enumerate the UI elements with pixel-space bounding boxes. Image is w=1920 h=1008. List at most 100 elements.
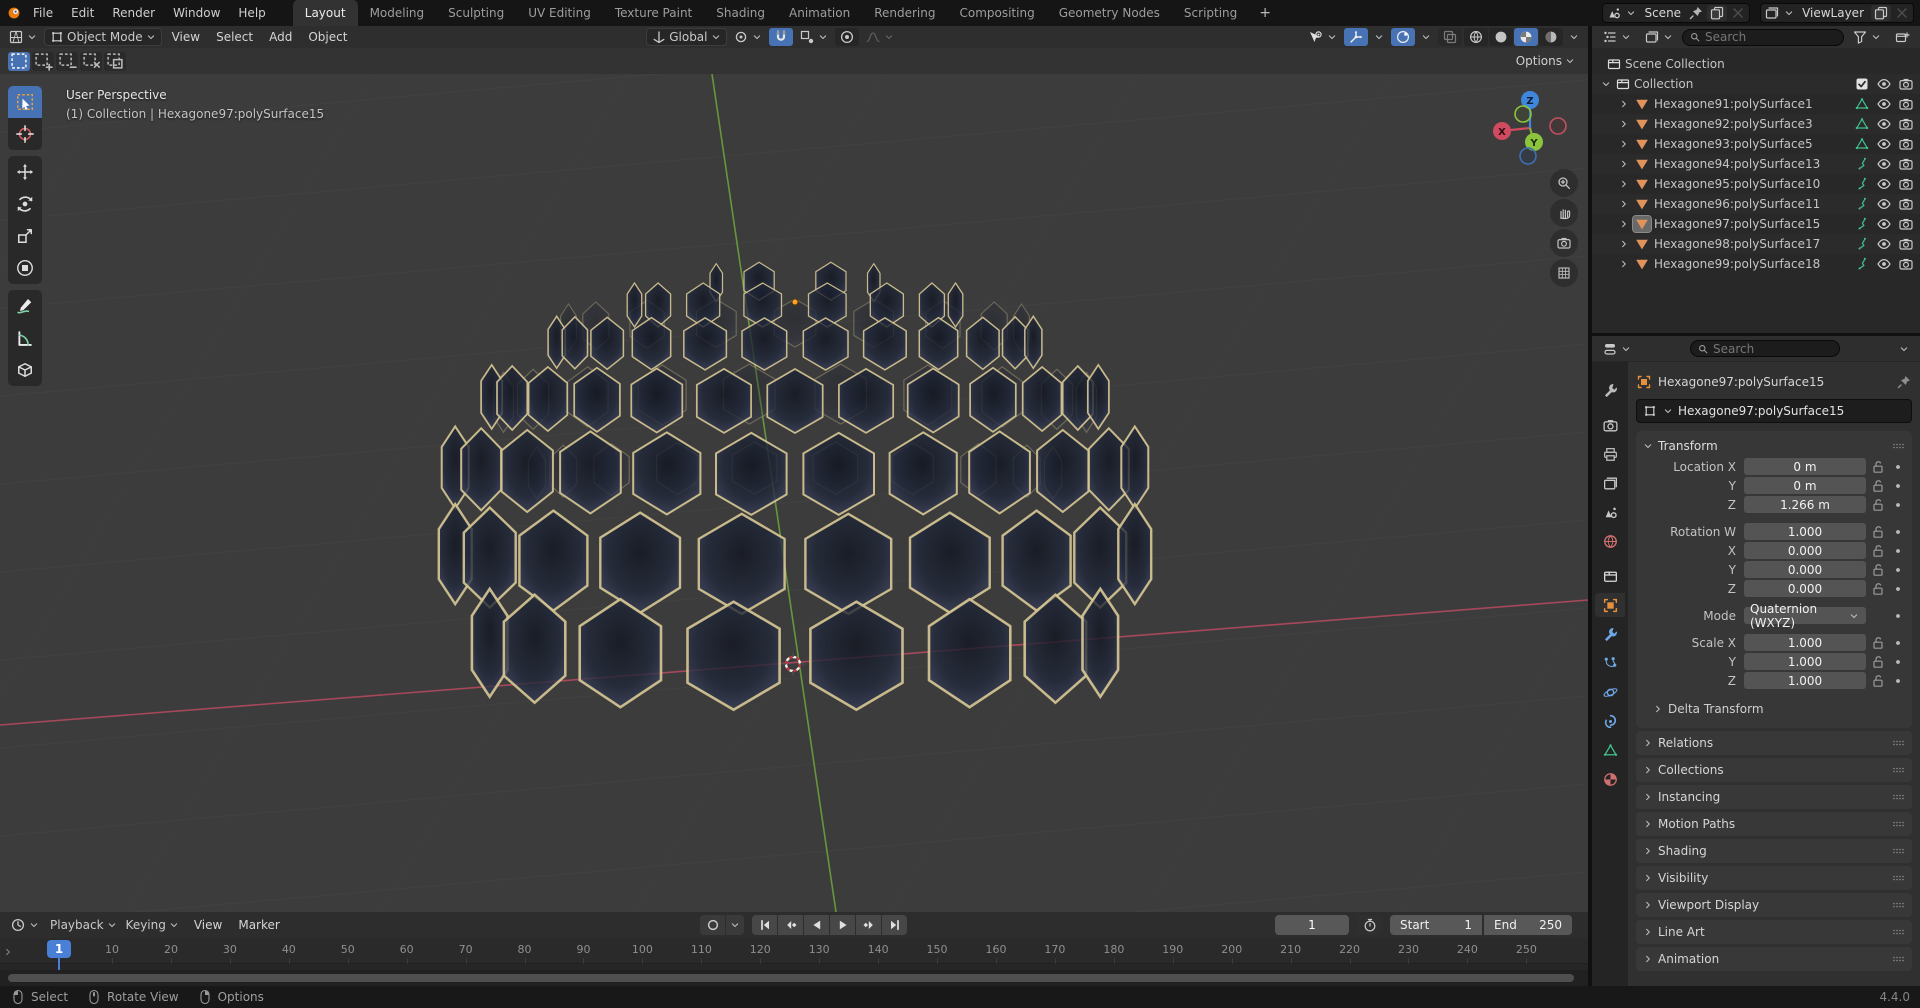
- scene-name[interactable]: Scene: [1640, 6, 1685, 20]
- animate-dot-icon[interactable]: [1890, 497, 1906, 513]
- blender-logo-icon[interactable]: [6, 5, 22, 21]
- properties-tab-material[interactable]: [1595, 767, 1625, 791]
- snap-target-dropdown[interactable]: [795, 28, 833, 46]
- outliner-filter-button[interactable]: [1848, 28, 1886, 46]
- animate-dot-icon[interactable]: [1890, 524, 1906, 540]
- editor-type-button[interactable]: [4, 28, 42, 46]
- camera-icon[interactable]: [1898, 236, 1914, 252]
- viewport-menu-select[interactable]: Select: [208, 28, 261, 46]
- value-field[interactable]: 0.000: [1744, 580, 1866, 597]
- chevron-down-icon[interactable]: [1625, 7, 1637, 19]
- timeline-editor-type-button[interactable]: [6, 916, 44, 934]
- outliner-row-hexagone99[interactable]: Hexagone99:polySurface18: [1592, 254, 1920, 274]
- menu-render[interactable]: Render: [103, 3, 164, 23]
- playhead-badge[interactable]: 1: [47, 940, 71, 958]
- workspace-tab-modeling[interactable]: Modeling: [358, 0, 437, 26]
- value-field[interactable]: 0.000: [1744, 561, 1866, 578]
- eye-icon[interactable]: [1876, 76, 1892, 92]
- tool-move[interactable]: [8, 156, 42, 188]
- grip-icon[interactable]: [1890, 762, 1906, 778]
- tool-annotate[interactable]: [8, 290, 42, 322]
- section-viewport-display[interactable]: Viewport Display: [1636, 893, 1912, 917]
- value-field[interactable]: 0.000: [1744, 542, 1866, 559]
- close-icon[interactable]: [1730, 5, 1746, 21]
- current-frame-field[interactable]: 1: [1275, 915, 1349, 935]
- camera-icon[interactable]: [1898, 256, 1914, 272]
- chevron-down-icon[interactable]: [1783, 7, 1795, 19]
- grip-icon[interactable]: [1890, 816, 1906, 832]
- xray-toggle[interactable]: [1438, 28, 1462, 46]
- section-instancing[interactable]: Instancing: [1636, 785, 1912, 809]
- selmode-subtract-button[interactable]: [56, 52, 78, 71]
- lock-icon[interactable]: [1870, 543, 1886, 559]
- properties-tab-world[interactable]: [1595, 529, 1625, 553]
- expand-icon[interactable]: [1618, 178, 1630, 190]
- value-field[interactable]: 0 m: [1744, 458, 1866, 475]
- lock-icon[interactable]: [1870, 459, 1886, 475]
- section-relations[interactable]: Relations: [1636, 731, 1912, 755]
- properties-options-button[interactable]: [1894, 342, 1914, 356]
- pin-icon[interactable]: [1688, 5, 1704, 21]
- properties-tab-data[interactable]: [1595, 738, 1625, 762]
- expand-icon[interactable]: [1618, 118, 1630, 130]
- falloff-dropdown[interactable]: [861, 28, 899, 46]
- scene-selector[interactable]: Scene: [1602, 3, 1750, 23]
- close-icon[interactable]: [1894, 5, 1910, 21]
- eye-icon[interactable]: [1876, 156, 1892, 172]
- value-field[interactable]: 1.000: [1744, 634, 1866, 651]
- mode-dropdown[interactable]: Object Mode: [44, 28, 162, 46]
- grip-icon[interactable]: [1890, 924, 1906, 940]
- properties-tab-view-layer[interactable]: [1595, 471, 1625, 495]
- shading-solid-button[interactable]: [1489, 28, 1513, 46]
- grip-icon[interactable]: [1890, 897, 1906, 913]
- properties-tab-modifiers[interactable]: [1595, 622, 1625, 646]
- proportional-edit-toggle[interactable]: [835, 28, 859, 46]
- camera-icon[interactable]: [1898, 136, 1914, 152]
- object-name-field[interactable]: Hexagone97:polySurface15: [1636, 399, 1912, 423]
- camera-icon[interactable]: [1898, 96, 1914, 112]
- properties-tab-render[interactable]: [1595, 413, 1625, 437]
- outliner-row-hexagone91[interactable]: Hexagone91:polySurface1: [1592, 94, 1920, 114]
- workspace-tab-layout[interactable]: Layout: [293, 0, 358, 26]
- tool-add-cube[interactable]: [8, 354, 42, 386]
- workspace-tab-texture-paint[interactable]: Texture Paint: [603, 0, 704, 26]
- delta-transform-header[interactable]: Delta Transform: [1642, 698, 1906, 720]
- play-reverse-button[interactable]: [804, 915, 829, 935]
- animate-dot-icon[interactable]: [1890, 562, 1906, 578]
- gizmos-dropdown[interactable]: [1369, 30, 1389, 44]
- expand-icon[interactable]: [1618, 258, 1630, 270]
- copy-icon[interactable]: [1873, 5, 1889, 21]
- auto-key-dropdown[interactable]: [726, 915, 744, 935]
- workspace-tab-rendering[interactable]: Rendering: [862, 0, 947, 26]
- grip-icon[interactable]: [1890, 951, 1906, 967]
- expand-icon[interactable]: [1600, 78, 1612, 90]
- viewlayer-selector[interactable]: ViewLayer: [1760, 3, 1914, 23]
- animate-dot-icon[interactable]: [1890, 635, 1906, 651]
- previous-keyframe-button[interactable]: [778, 915, 803, 935]
- chevron-down-icon[interactable]: [1662, 405, 1674, 417]
- shading-dropdown[interactable]: [1564, 30, 1584, 44]
- start-frame-field[interactable]: Start 1: [1390, 915, 1482, 935]
- lock-icon[interactable]: [1870, 581, 1886, 597]
- camera-icon[interactable]: [1898, 116, 1914, 132]
- lock-icon[interactable]: [1870, 635, 1886, 651]
- properties-search-input[interactable]: Search: [1690, 340, 1840, 357]
- outliner-row-hexagone92[interactable]: Hexagone92:polySurface3: [1592, 114, 1920, 134]
- grip-icon[interactable]: [1890, 438, 1906, 454]
- workspace-tab-geometry-nodes[interactable]: Geometry Nodes: [1047, 0, 1172, 26]
- properties-tab-physics[interactable]: [1595, 680, 1625, 704]
- auto-key-button[interactable]: [700, 915, 725, 935]
- checkbox-icon[interactable]: [1854, 76, 1870, 92]
- next-keyframe-button[interactable]: [856, 915, 881, 935]
- eye-icon[interactable]: [1876, 116, 1892, 132]
- camera-icon[interactable]: [1898, 216, 1914, 232]
- panel-divider[interactable]: [1592, 333, 1920, 336]
- lock-icon[interactable]: [1870, 654, 1886, 670]
- timeline-menu-view[interactable]: View: [186, 916, 230, 934]
- properties-tab-scene[interactable]: [1595, 500, 1625, 524]
- overlays-toggle[interactable]: [1391, 28, 1415, 46]
- lock-icon[interactable]: [1870, 524, 1886, 540]
- eye-icon[interactable]: [1876, 136, 1892, 152]
- selmode-new-button[interactable]: [8, 52, 30, 71]
- workspace-tab-sculpting[interactable]: Sculpting: [436, 0, 516, 26]
